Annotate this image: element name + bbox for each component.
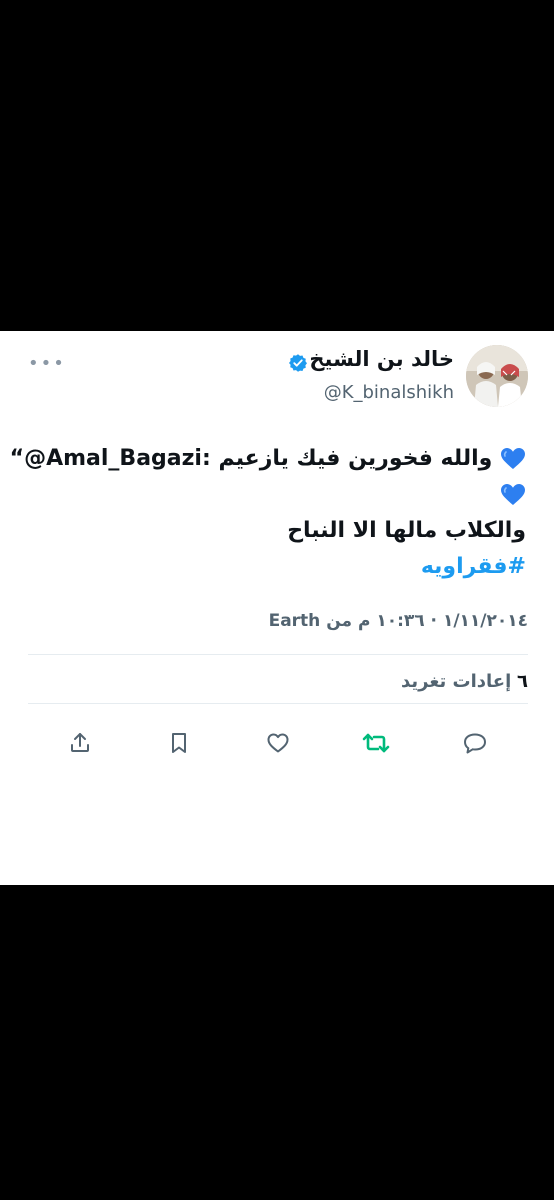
tweet-actions-bar [0,729,554,761]
reply-icon[interactable] [461,729,489,757]
tweet-timestamp[interactable]: ١/١١/٢٠١٤ · ١٠:٣٦ م من Earth [269,611,528,631]
quoted-mention[interactable]: “@Amal_Bagazi: [10,446,211,471]
blue-heart-emoji [501,448,525,469]
like-icon[interactable] [264,729,292,757]
retweet-label: إعادات تغريد [401,671,512,692]
divider [28,703,528,704]
bookmark-icon[interactable] [165,729,193,757]
tweet-text: والله فخورين فيك يازعيم “@Amal_Bagazi: و… [10,441,526,585]
tweet-line-3: والكلاب مالها الا النباح [287,518,526,543]
tweet-line-2 [26,477,526,513]
share-icon[interactable] [66,729,94,757]
retweet-icon[interactable] [362,729,390,757]
hashtag-link[interactable]: #فقراويه [26,549,526,585]
author-handle[interactable]: @K_binalshikh [324,382,454,403]
more-horizontal-icon[interactable]: ••• [28,355,66,373]
tweet-line-1: والله فخورين فيك يازعيم “@Amal_Bagazi: [10,441,526,477]
blue-heart-emoji [501,484,525,505]
retweet-count: ٦ [517,671,528,692]
tweet-card: ••• خالد بن الشيخ @K_binalshikh والله فخ… [0,331,554,885]
author-name[interactable]: خالد بن الشيخ [309,347,454,371]
divider [28,654,528,655]
retweet-stats[interactable]: ٦ إعادات تغريد [401,671,528,692]
verified-badge-icon [289,354,307,372]
tweet-line-1-text: والله فخورين فيك يازعيم [218,446,493,471]
avatar-photo [466,345,528,407]
avatar[interactable] [466,345,528,407]
